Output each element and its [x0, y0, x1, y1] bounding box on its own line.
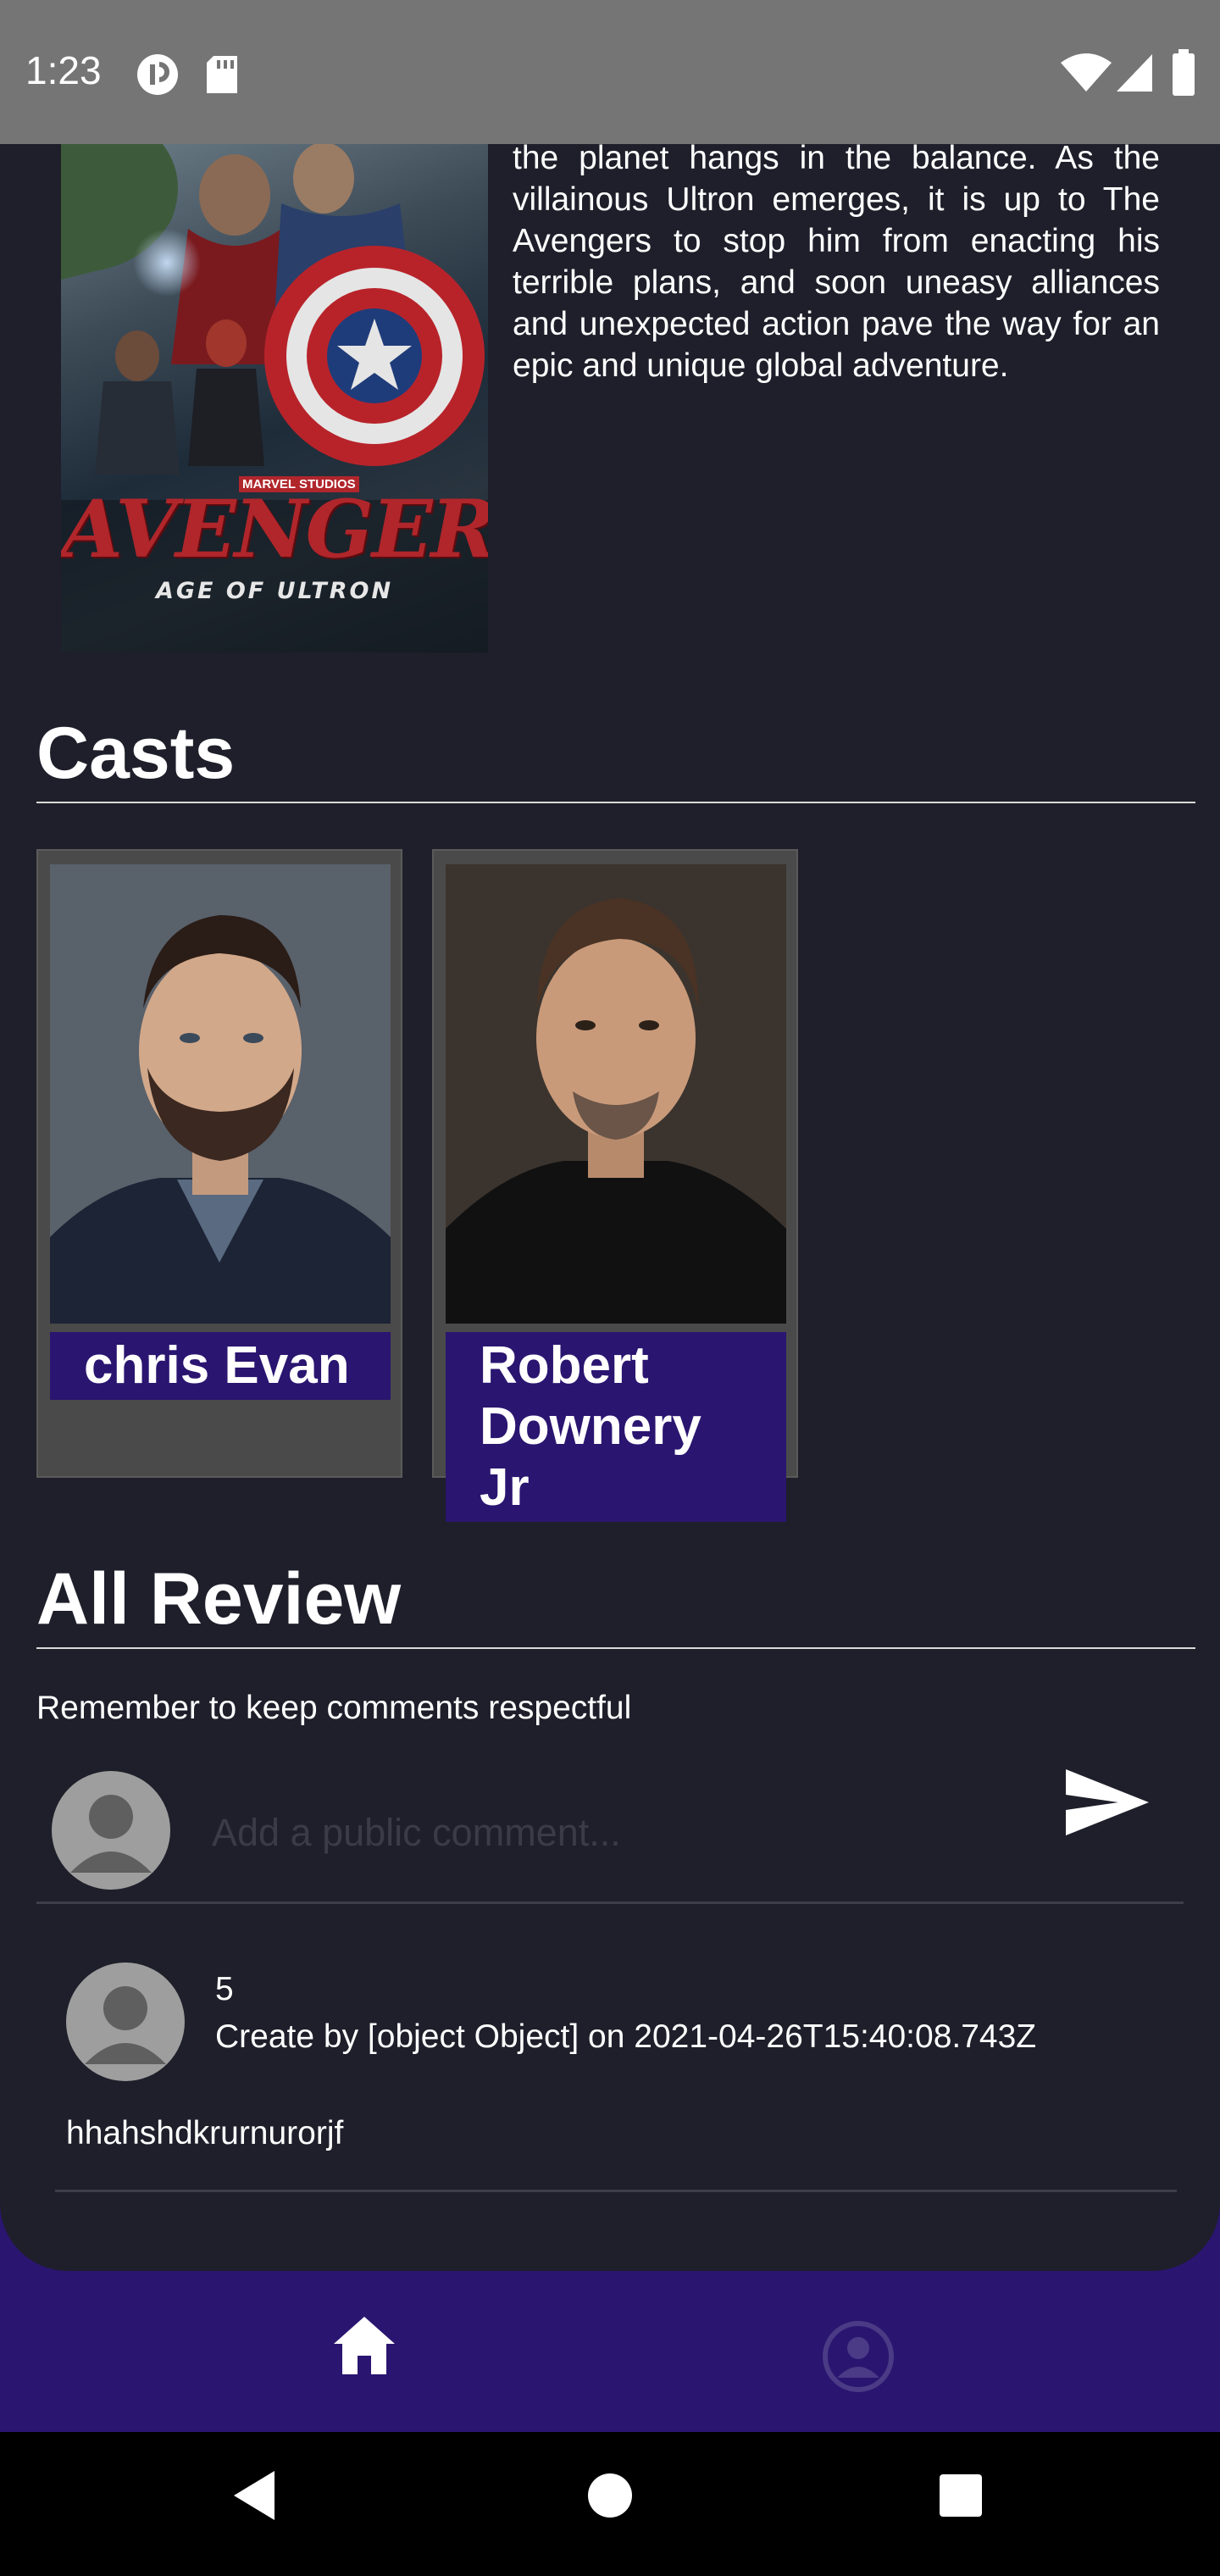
back-icon[interactable]: [230, 2468, 278, 2523]
movie-overview: the planet hangs in the balance. As the …: [513, 144, 1160, 384]
send-icon[interactable]: [1061, 1764, 1154, 1840]
status-bar: 1:23: [0, 0, 1220, 144]
screen: 1:23 MARVEL STUDIOS AVENGE AGE OF ULTRON…: [0, 0, 1220, 2576]
movie-poster: MARVEL STUDIOS AVENGERS AGE OF ULTRON: [61, 144, 488, 652]
cast-photo: [50, 864, 391, 1324]
comment-guideline: Remember to keep comments respectful: [36, 1690, 632, 1726]
reviews-divider: [36, 1647, 1195, 1649]
recents-icon[interactable]: [937, 2468, 984, 2523]
casts-heading: Casts: [36, 713, 236, 794]
wifi-icon: [1061, 53, 1112, 92]
sd-card-icon: [207, 56, 237, 93]
user-placeholder-icon: [70, 1795, 152, 1873]
cast-card[interactable]: Robert Downery Jr: [432, 849, 798, 1522]
reviews-heading: All Review: [36, 1558, 402, 1640]
status-time: 1:23: [25, 48, 102, 92]
cast-name: Robert Downery Jr: [446, 1332, 786, 1522]
comment-input[interactable]: [212, 1803, 1025, 1863]
review-rating: 5: [215, 1971, 234, 2007]
poster-subtitle: AGE OF ULTRON: [155, 578, 394, 604]
cast-name: chris Evan: [50, 1332, 391, 1400]
user-placeholder-icon: [85, 1986, 166, 2064]
cast-card[interactable]: chris Evan: [36, 849, 402, 1478]
composer-divider: [36, 1901, 1184, 1904]
review-text: hhahshdkrurnurorjf: [66, 2115, 344, 2151]
home-circle-icon[interactable]: [586, 2468, 634, 2523]
movie-detail-content[interactable]: MARVEL STUDIOS AVENGERS AGE OF ULTRON th…: [0, 144, 1220, 2271]
avatar: [52, 1771, 170, 1890]
cell-signal-icon: [1117, 54, 1152, 92]
system-navigation-bar: [0, 2432, 1220, 2576]
avatar: [66, 1963, 185, 2081]
casts-divider: [36, 802, 1195, 803]
privacy-indicator-icon: [137, 54, 178, 95]
battery-icon: [1173, 49, 1195, 96]
review-author-date: Create by [object Object] on 2021-04-26T…: [215, 2018, 1037, 2055]
cast-photo: [446, 864, 786, 1324]
poster-title-logo: AVENGERS: [61, 483, 488, 576]
review-divider: [55, 2190, 1177, 2192]
account-circle-icon[interactable]: [822, 2320, 895, 2393]
home-icon[interactable]: [330, 2313, 398, 2378]
poster-artwork: [61, 144, 488, 652]
